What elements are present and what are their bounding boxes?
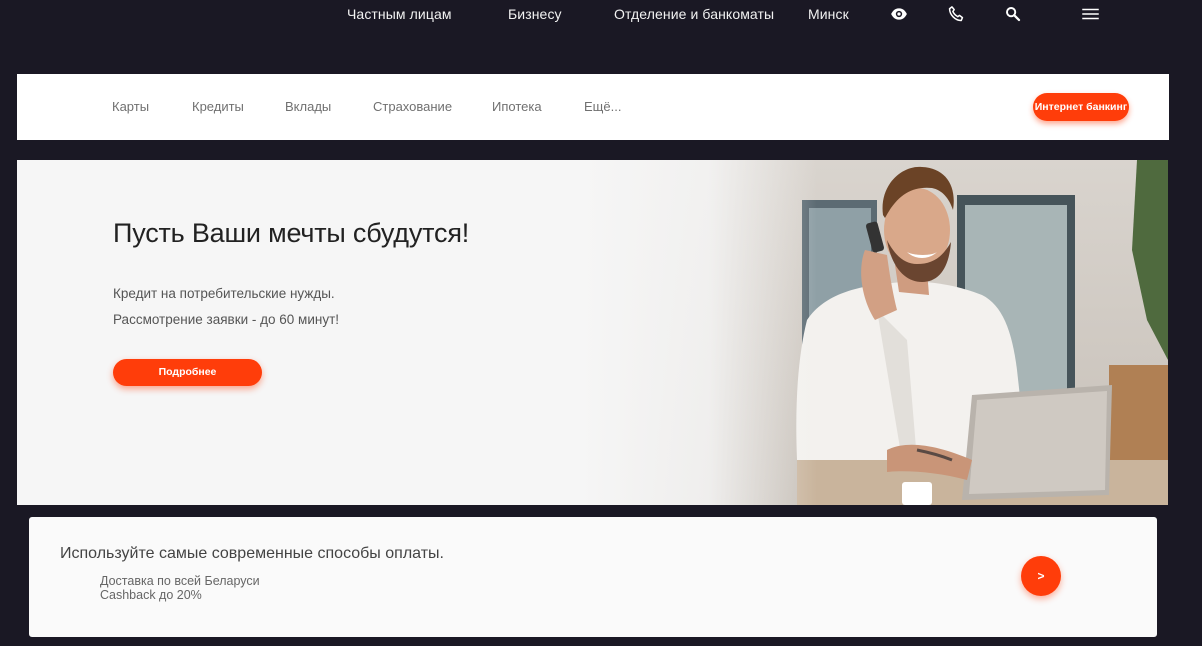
nav-individuals-link[interactable]: Частным лицам xyxy=(347,6,452,22)
internet-banking-button[interactable]: Интернет банкинг xyxy=(1033,93,1129,121)
search-icon[interactable] xyxy=(1004,5,1022,23)
promo-line-cashback: Cashback до 20% xyxy=(100,588,202,602)
eye-icon[interactable] xyxy=(890,5,908,23)
hero-banner: Пусть Ваши мечты сбудутся! Кредит на пот… xyxy=(17,160,1168,505)
product-menu-bar: Карты Кредиты Вклады Страхование Ипотека… xyxy=(17,74,1169,140)
payment-promo-card: Используйте самые современные способы оп… xyxy=(29,517,1157,637)
promo-next-button[interactable]: > xyxy=(1021,556,1061,596)
menu-item-credits[interactable]: Кредиты xyxy=(192,99,244,114)
hero-photo xyxy=(577,160,1168,505)
nav-business-link[interactable]: Бизнесу xyxy=(508,6,562,22)
menu-item-insurance[interactable]: Страхование xyxy=(373,99,452,114)
phone-icon[interactable] xyxy=(947,5,965,23)
hero-subtitle-line-2: Рассмотрение заявки - до 60 минут! xyxy=(113,312,339,327)
menu-item-more[interactable]: Ещё... xyxy=(584,99,621,114)
city-selector[interactable]: Минск xyxy=(808,6,849,22)
menu-item-cards[interactable]: Карты xyxy=(112,99,149,114)
menu-icon[interactable] xyxy=(1080,5,1101,23)
more-details-button[interactable]: Подробнее xyxy=(113,359,262,386)
hero-title: Пусть Ваши мечты сбудутся! xyxy=(113,218,470,248)
promo-line-delivery: Доставка по всей Беларуси xyxy=(100,574,260,588)
promo-title: Используйте самые современные способы оп… xyxy=(60,545,444,562)
top-navigation: Частным лицам Бизнесу Отделение и банком… xyxy=(0,0,1202,28)
menu-item-mortgage[interactable]: Ипотека xyxy=(492,99,542,114)
nav-branches-link[interactable]: Отделение и банкоматы xyxy=(614,6,774,22)
hero-subtitle-line-1: Кредит на потребительские нужды. xyxy=(113,286,335,301)
menu-item-deposits[interactable]: Вклады xyxy=(285,99,331,114)
